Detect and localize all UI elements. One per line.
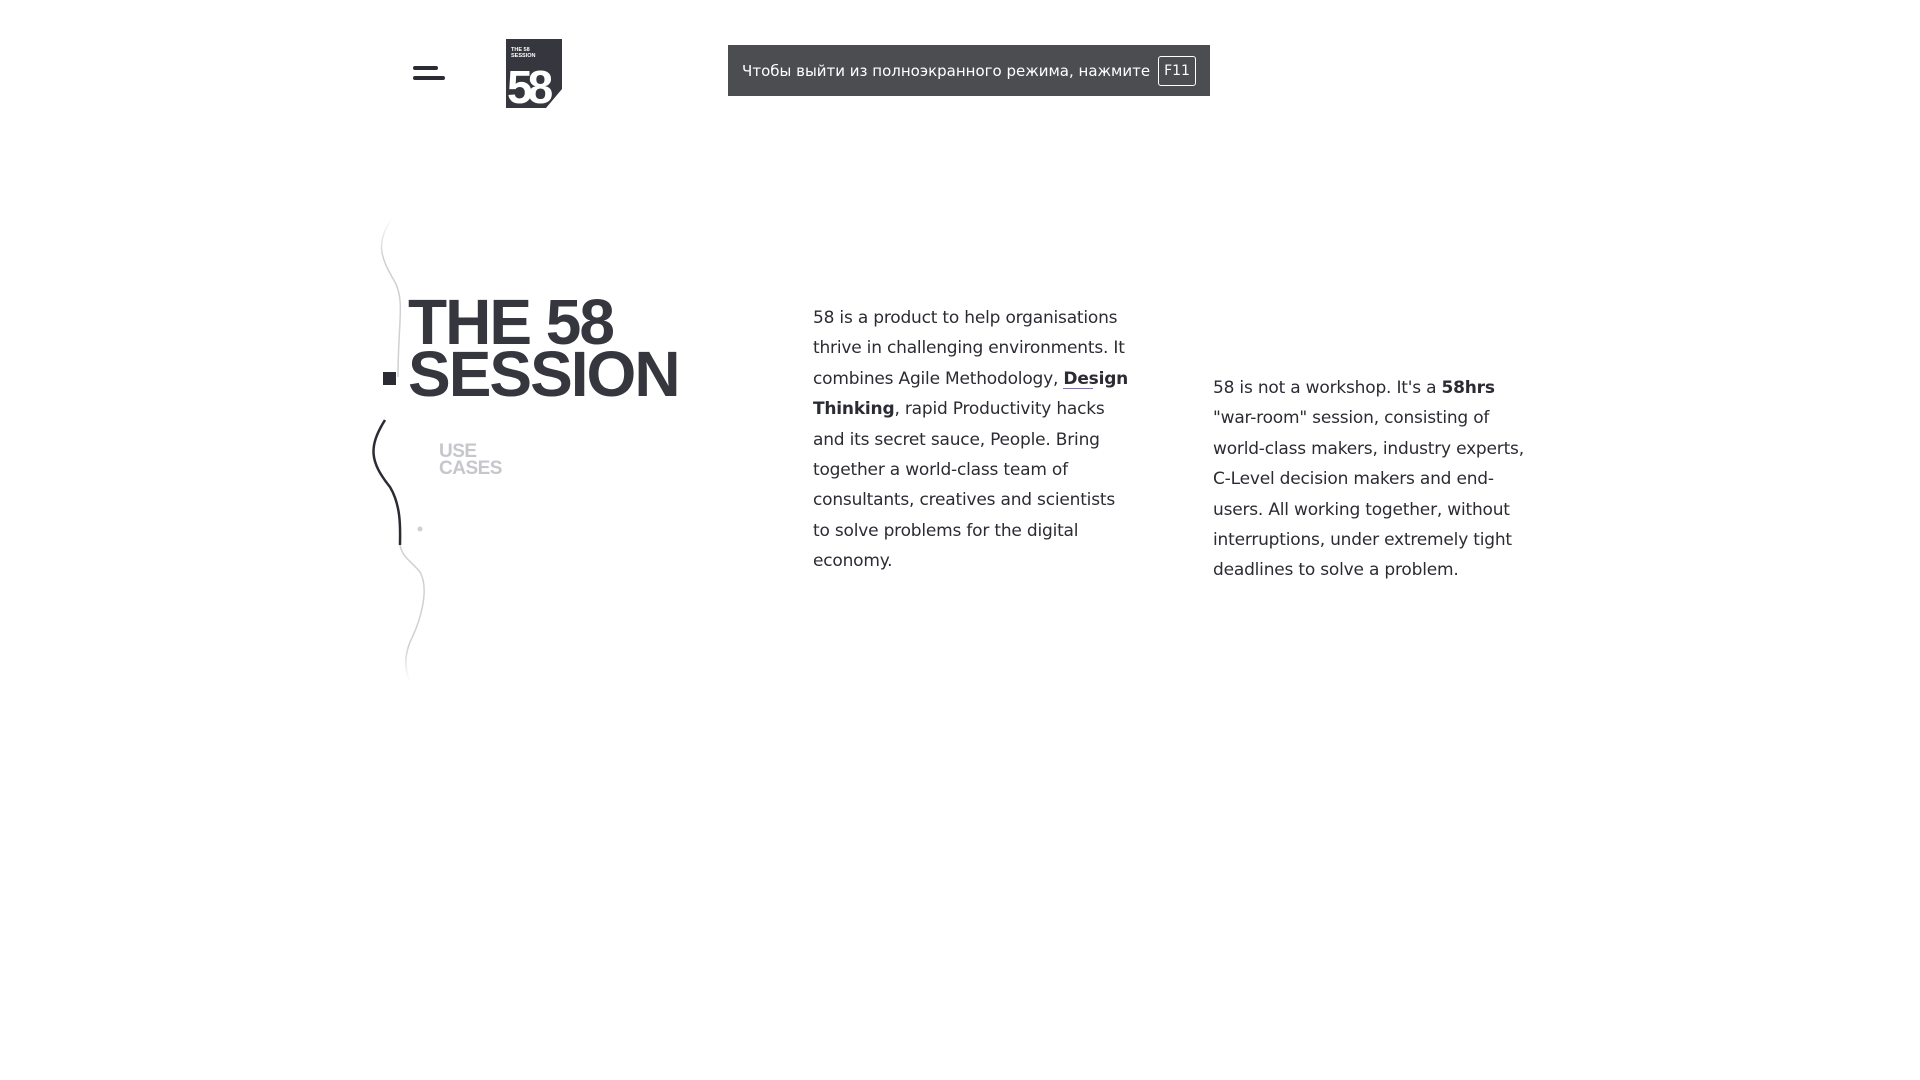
title-line: SESSION [408,338,681,410]
session-paragraph: 58 is not a workshop. It's a 58hrs "war-… [1213,373,1533,586]
session-text-part1: 58 is not a workshop. It's a [1213,378,1437,398]
menu-line [413,66,438,70]
logo-mark: THE 58 SESSION 58 [506,39,562,108]
curve-marker [383,372,396,385]
logo-text-line2: SESSION [511,53,535,59]
intro-text-part2: , rapid Productivity hacks and its secre… [813,399,1115,572]
hours-highlight: 58hrs [1441,378,1495,398]
page: THE 58 SESSION 58 Чтобы выйти из полноэк… [0,0,1920,1080]
logo[interactable]: THE 58 SESSION 58 [506,39,562,108]
f11-key-badge: F11 [1158,55,1196,86]
page-title: THE 58 SESSION [408,290,681,410]
use-cases-line: CASES [439,458,502,479]
use-cases-link[interactable]: USE CASES [439,442,502,479]
session-text-part2: "war-room" session, consisting of world-… [1213,408,1524,581]
logo-number: 58 [507,61,553,108]
intro-paragraph: 58 is a product to help organisations th… [813,303,1133,577]
fullscreen-notice: Чтобы выйти из полноэкранного режима, на… [728,45,1210,96]
fullscreen-notice-text: Чтобы выйти из полноэкранного режима, на… [742,61,1151,80]
menu-line [413,76,445,80]
hamburger-menu-icon[interactable] [413,60,453,86]
